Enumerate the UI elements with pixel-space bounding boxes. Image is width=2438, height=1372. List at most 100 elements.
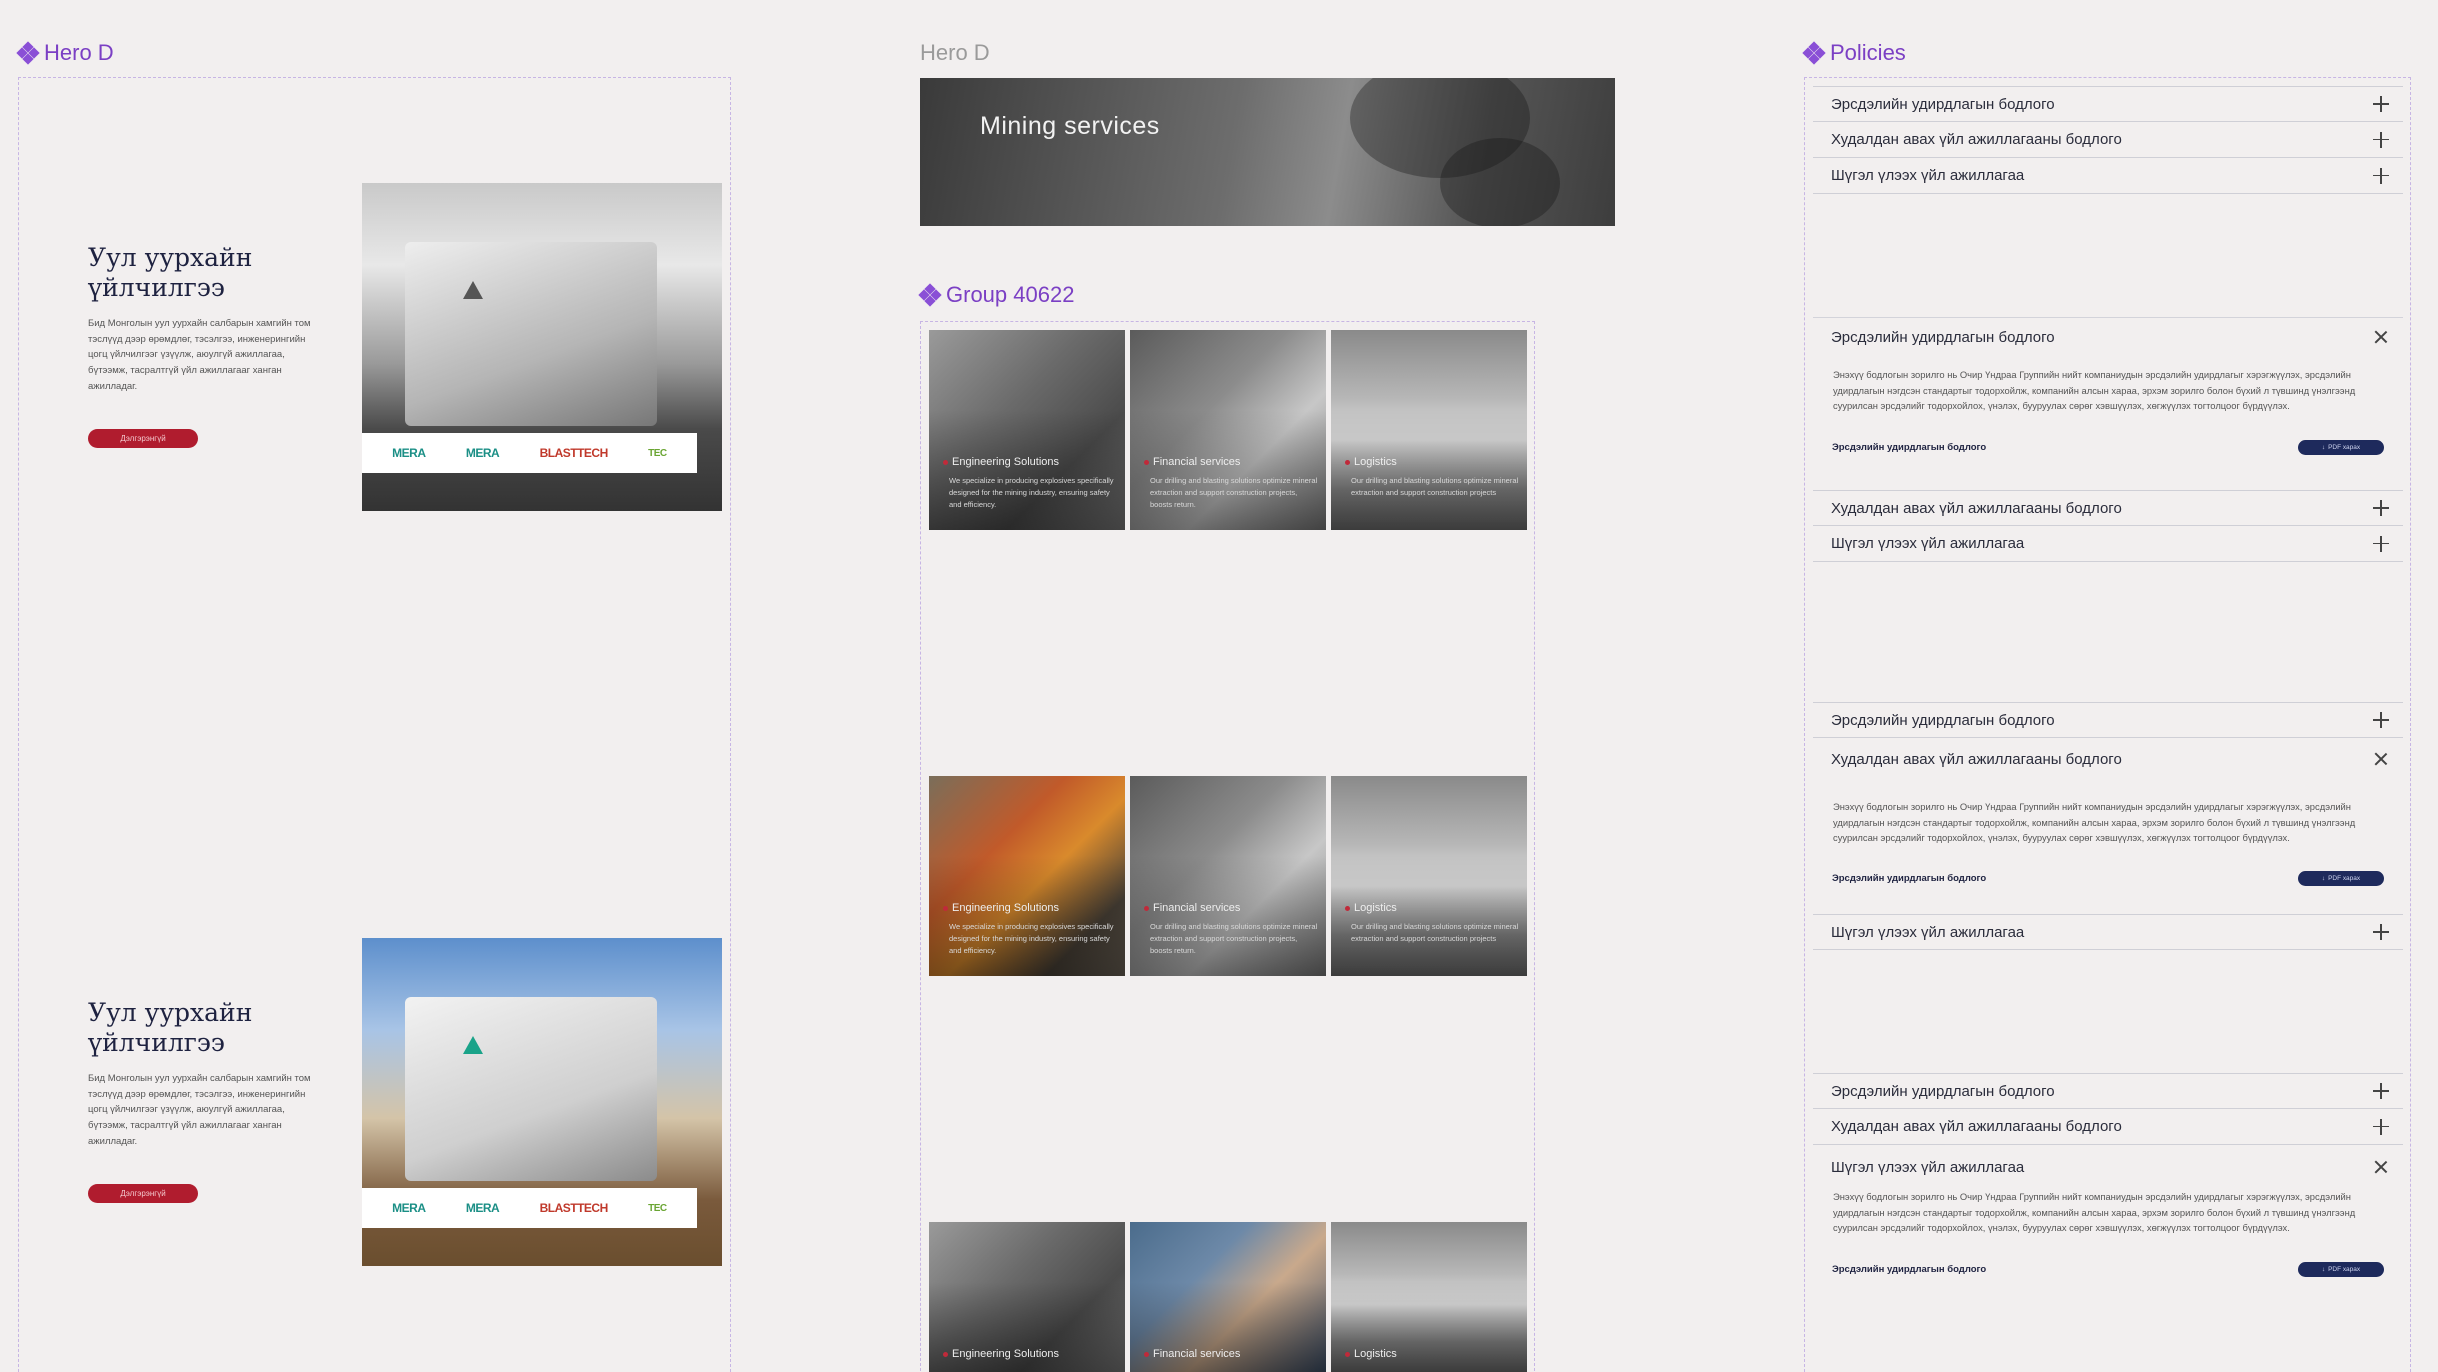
plus-icon[interactable] xyxy=(2373,96,2389,112)
accordion-body: Энэхүү бодлогын зорилго нь Очир Үндраа Г… xyxy=(1833,801,2356,843)
plus-icon[interactable] xyxy=(2373,1083,2389,1099)
accordion-title: Эрсдэлийн удирдлагын бодлого xyxy=(1831,328,2055,346)
service-card[interactable]: Logistics Our drilling and blasting solu… xyxy=(1331,776,1527,976)
accordion-item-open[interactable]: Шүгэл үлээх үйл ажиллагаа xyxy=(1813,1150,2403,1184)
download-icon: ↓ xyxy=(2321,1266,2326,1273)
card-title: Logistics xyxy=(1345,1348,1397,1360)
policy-link[interactable]: Эрсдэлийн удирдлагын бодлого xyxy=(1832,873,1986,884)
mining-services-banner[interactable]: Mining services xyxy=(920,78,1615,226)
download-icon: ↓ xyxy=(2321,875,2326,882)
plus-icon[interactable] xyxy=(2373,131,2389,148)
frame-label-text: Hero D xyxy=(920,40,990,65)
service-card[interactable]: Financial services Our drilling and blas… xyxy=(1130,776,1326,976)
accordion-body: Энэхүү бодлогын зорилго нь Очир Үндраа Г… xyxy=(1833,369,2356,411)
pdf-button[interactable]: ↓ PDF харах xyxy=(2298,440,2384,455)
frame-label-text: Hero D xyxy=(44,40,114,65)
accordion-title: Шүгэл үлээх үйл ажиллагаа xyxy=(1831,923,2025,941)
policy-link[interactable]: Эрсдэлийн удирдлагын бодлого xyxy=(1832,1264,1986,1275)
close-icon[interactable] xyxy=(2373,1159,2389,1175)
partner-logo-strip: MERA MERA BLASTTECH TEC xyxy=(362,1188,697,1228)
policy-link[interactable]: Эрсдэлийн удирдлагын бодлого xyxy=(1832,442,1986,453)
card-description: We specialize in producing explosives sp… xyxy=(949,476,1114,509)
hero-title: Уул уурхайн үйлчилгээ xyxy=(88,998,253,1057)
card-description: We specialize in producing explosives sp… xyxy=(949,922,1114,955)
frame-label-hero-d-instance[interactable]: Hero D xyxy=(920,40,990,66)
accordion-item[interactable]: Эрсдэлийн удирдлагын бодлого xyxy=(1813,86,2403,122)
pdf-button[interactable]: ↓ PDF харах xyxy=(2298,871,2384,886)
truck-photo: MERA MERA BLASTTECH TEC xyxy=(362,938,722,1266)
component-icon xyxy=(16,41,40,65)
frame-label-group[interactable]: Group 40622 xyxy=(918,282,1075,308)
service-card[interactable]: Engineering Solutions xyxy=(929,1222,1125,1372)
partner-logo: BLASTTECH xyxy=(539,446,609,460)
partner-logo-strip: MERA MERA BLASTTECH TEC xyxy=(362,433,697,473)
truck-photo: MERA MERA BLASTTECH TEC xyxy=(362,183,722,511)
card-title: Financial services xyxy=(1144,902,1240,914)
close-icon[interactable] xyxy=(2373,329,2389,345)
plus-icon[interactable] xyxy=(2373,167,2389,184)
plus-icon[interactable] xyxy=(2373,1118,2389,1135)
banner-title: Mining services xyxy=(980,112,1160,140)
accordion-item[interactable]: Эрсдэлийн удирдлагын бодлого xyxy=(1813,702,2403,738)
plus-icon[interactable] xyxy=(2373,712,2389,728)
truck-logo-mark xyxy=(462,281,483,300)
close-icon[interactable] xyxy=(2373,751,2389,767)
frame-label-text: Group 40622 xyxy=(946,282,1075,307)
partner-logo: MERA xyxy=(465,1201,500,1215)
frame-label-policies[interactable]: Policies xyxy=(1802,40,1906,66)
card-title: Engineering Solutions xyxy=(943,1348,1059,1360)
accordion-title: Эрсдэлийн удирдлагын бодлого xyxy=(1831,1082,2055,1100)
service-card[interactable]: Engineering Solutions We specialize in p… xyxy=(929,330,1125,530)
pdf-button[interactable]: ↓ PDF харах xyxy=(2298,1262,2384,1277)
hero-description: Бид Монголын уул уурхайн салбарын хамгий… xyxy=(88,318,311,392)
accordion-body: Энэхүү бодлогын зорилго нь Очир Үндраа Г… xyxy=(1833,1191,2356,1233)
partner-logo: MERA xyxy=(465,446,500,460)
card-title: Financial services xyxy=(1144,1348,1240,1360)
component-icon xyxy=(1802,41,1826,65)
card-title: Logistics xyxy=(1345,456,1397,468)
truck-logo-mark xyxy=(462,1036,483,1055)
hero-more-button[interactable]: Дэлгэрэнгүй xyxy=(88,1184,198,1203)
partner-logo: TEC xyxy=(648,447,667,459)
component-icon xyxy=(918,283,942,307)
accordion-item-open[interactable]: Худалдан авах үйл ажиллагааны бодлого xyxy=(1813,740,2403,778)
accordion-item[interactable]: Шүгэл үлээх үйл ажиллагаа xyxy=(1813,158,2403,194)
accordion-title: Шүгэл үлээх үйл ажиллагаа xyxy=(1831,535,2025,552)
service-card[interactable]: Financial services Our drilling and blas… xyxy=(1130,330,1326,530)
accordion-title: Худалдан авах үйл ажиллагааны бодлого xyxy=(1831,131,2122,148)
plus-icon[interactable] xyxy=(2373,535,2389,552)
accordion-item-open[interactable]: Эрсдэлийн удирдлагын бодлого xyxy=(1813,318,2403,356)
accordion-item[interactable]: Шүгэл үлээх үйл ажиллагаа xyxy=(1813,914,2403,950)
partner-logo: MERA xyxy=(392,446,426,460)
service-card[interactable]: Engineering Solutions We specialize in p… xyxy=(929,776,1125,976)
banner-truck-shape xyxy=(1440,138,1560,226)
accordion-item[interactable]: Эрсдэлийн удирдлагын бодлого xyxy=(1813,1073,2403,1109)
card-description: Our drilling and blasting solutions opti… xyxy=(1150,922,1318,955)
frame-label-hero-d[interactable]: Hero D xyxy=(16,40,114,66)
plus-icon[interactable] xyxy=(2373,924,2389,940)
accordion-title: Шүгэл үлээх үйл ажиллагаа xyxy=(1831,167,2025,184)
service-card[interactable]: Logistics Our drilling and blasting solu… xyxy=(1331,330,1527,530)
partner-logo: BLASTTECH xyxy=(539,1201,609,1215)
accordion-item[interactable]: Худалдан авах үйл ажиллагааны бодлого xyxy=(1813,122,2403,158)
truck-body xyxy=(405,242,658,426)
service-card[interactable]: Logistics xyxy=(1331,1222,1527,1372)
accordion-item[interactable]: Худалдан авах үйл ажиллагааны бодлого xyxy=(1813,1109,2403,1145)
download-icon: ↓ xyxy=(2321,444,2326,451)
card-description: Our drilling and blasting solutions opti… xyxy=(1150,476,1318,509)
accordion-item[interactable]: Худалдан авах үйл ажиллагааны бодлого xyxy=(1813,490,2403,526)
accordion-title: Худалдан авах үйл ажиллагааны бодлого xyxy=(1831,1118,2122,1135)
partner-logo: TEC xyxy=(648,1202,667,1214)
card-title: Engineering Solutions xyxy=(943,902,1059,914)
hero-more-button[interactable]: Дэлгэрэнгүй xyxy=(88,429,198,448)
card-description: Our drilling and blasting solutions opti… xyxy=(1351,922,1519,943)
plus-icon[interactable] xyxy=(2373,500,2389,516)
accordion-title: Эрсдэлийн удирдлагын бодлого xyxy=(1831,711,2055,729)
hero-title: Уул уурхайн үйлчилгээ xyxy=(88,243,253,302)
accordion-title: Шүгэл үлээх үйл ажиллагаа xyxy=(1831,1158,2025,1176)
card-description: Our drilling and blasting solutions opti… xyxy=(1351,476,1519,497)
card-title: Logistics xyxy=(1345,902,1397,914)
accordion-item[interactable]: Шүгэл үлээх үйл ажиллагаа xyxy=(1813,526,2403,562)
service-card[interactable]: Financial services xyxy=(1130,1222,1326,1372)
card-title: Engineering Solutions xyxy=(943,456,1059,468)
